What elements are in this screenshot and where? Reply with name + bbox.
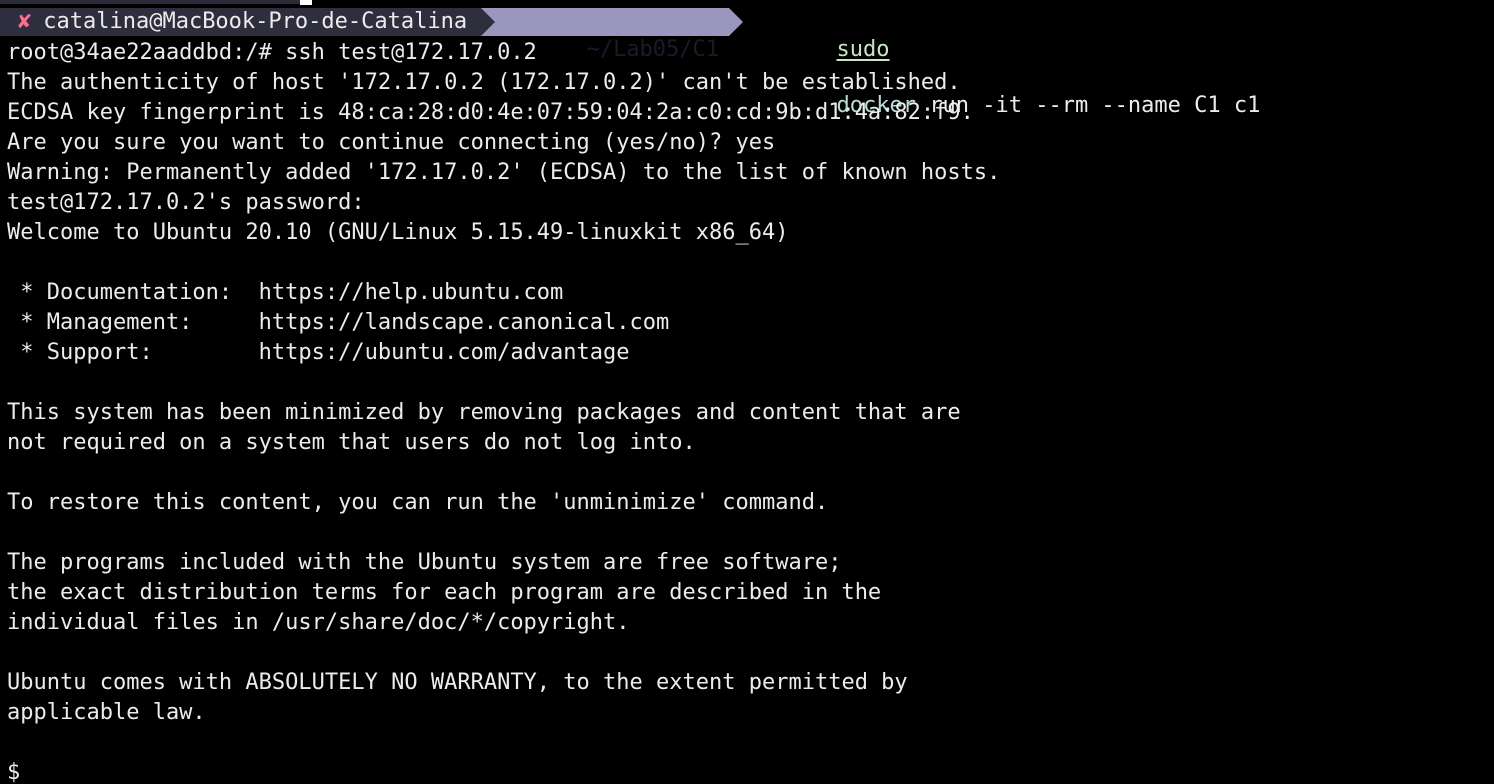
output-line: $ [7,760,21,784]
output-line: Warning: Permanently added '172.17.0.2' … [7,160,1001,185]
cross-icon: ✘ [18,9,32,34]
output-line: This system has been minimized by removi… [7,400,961,425]
output-line: not required on a system that users do n… [7,430,696,455]
output-line [7,458,1000,488]
output-line: * Documentation: https://help.ubuntu.com [7,280,564,305]
output-line: root@34ae22aaddbd:/# ssh test@172.17.0.2 [7,40,537,65]
entered-command: sudo docker run -it --rm --name C1 c1 [757,8,1261,118]
output-line: individual files in /usr/share/doc/*/cop… [7,610,630,635]
output-line: ECDSA key fingerprint is 48:ca:28:d0:4e:… [7,100,974,125]
prompt-user-host: catalina@MacBook-Pro-de-Catalina [43,9,468,34]
output-line: The authenticity of host '172.17.0.2 (17… [7,70,961,95]
terminal-window[interactable]: ✘ catalina@MacBook-Pro-de-Catalina ~/Lab… [0,0,1494,784]
output-line [7,368,1000,398]
previous-prompt-remnant [0,0,300,4]
shell-prompt: ✘ catalina@MacBook-Pro-de-Catalina ~/Lab… [0,7,1261,118]
prompt-segment-directory: ~/Lab05/C1 [495,8,730,62]
output-line [7,728,1000,758]
output-line: Welcome to Ubuntu 20.10 (GNU/Linux 5.15.… [7,220,789,245]
cursor-block [300,0,312,5]
output-line: applicable law. [7,700,206,725]
powerline-separator [481,8,496,36]
powerline-separator-end [729,8,744,36]
output-line: * Management: https://landscape.canonica… [7,310,670,335]
output-line [7,638,1000,668]
output-line: Are you sure you want to continue connec… [7,130,776,155]
prompt-segment-user: ✘ catalina@MacBook-Pro-de-Catalina [0,8,482,36]
output-line: test@172.17.0.2's password: [7,190,365,215]
output-line: the exact distribution terms for each pr… [7,580,882,605]
output-line: Ubuntu comes with ABSOLUTELY NO WARRANTY… [7,670,908,695]
output-line: The programs included with the Ubuntu sy… [7,550,842,575]
output-line: To restore this content, you can run the… [7,490,829,515]
output-line: * Support: https://ubuntu.com/advantage [7,340,630,365]
output-line [7,518,1000,548]
terminal-output: root@34ae22aaddbd:/# ssh test@172.17.0.2… [7,38,1000,784]
output-line [7,248,1000,278]
